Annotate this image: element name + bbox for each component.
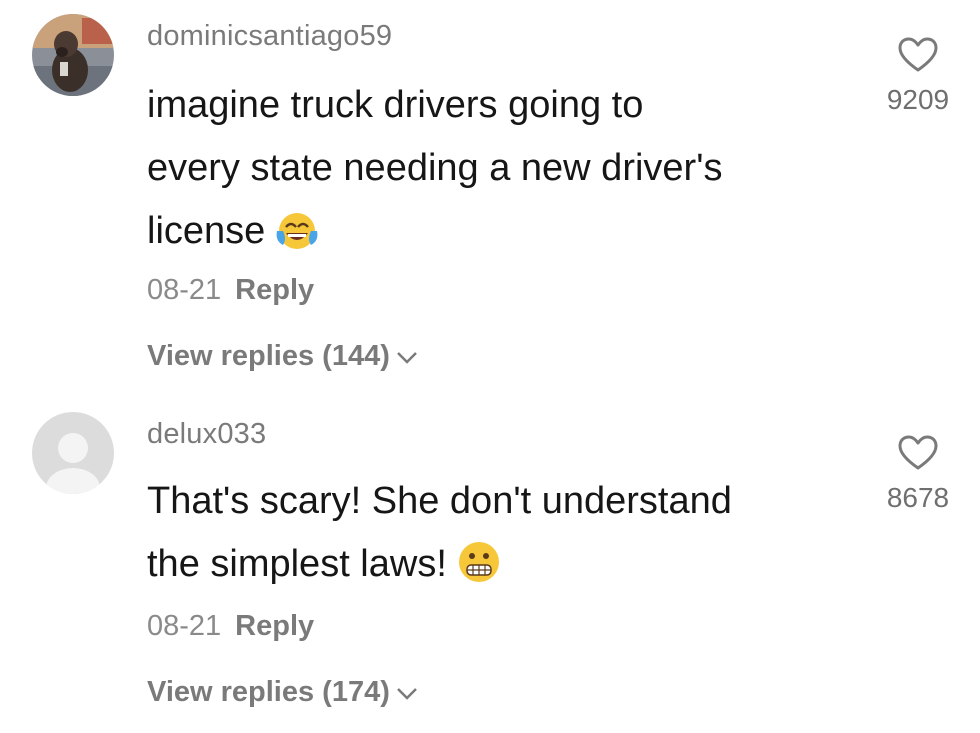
- comment-text-line: imagine truck drivers going to: [147, 84, 644, 126]
- like-control[interactable]: 9209: [878, 36, 958, 116]
- comment-text: imagine truck drivers going to every sta…: [147, 74, 847, 271]
- reply-button[interactable]: Reply: [235, 274, 314, 306]
- comment-meta: 08-21 Reply: [147, 274, 314, 307]
- view-replies-label: View replies (144): [147, 340, 390, 372]
- view-replies-label: View replies (174): [147, 676, 390, 708]
- chevron-down-icon: [396, 688, 417, 701]
- comment-text-segment: license: [147, 210, 266, 252]
- like-count: 9209: [886, 84, 950, 115]
- like-count: 8678: [886, 482, 950, 513]
- comment-meta: 08-21 Reply: [147, 610, 314, 643]
- view-replies-button[interactable]: View replies (144): [147, 340, 420, 373]
- heart-outline-icon[interactable]: [897, 36, 939, 74]
- avatar[interactable]: [32, 412, 114, 494]
- comment-text-segment: the simplest laws!: [147, 543, 447, 585]
- chevron-down-icon: [396, 352, 417, 365]
- like-control[interactable]: 8678: [878, 434, 958, 514]
- comment-1: dominicsantiago59 imagine truck drivers …: [0, 0, 980, 390]
- face-with-tears-of-joy-icon: [275, 208, 319, 271]
- view-replies-button[interactable]: View replies (174): [147, 676, 420, 709]
- comment-date: 08-21: [147, 610, 222, 642]
- comment-text-line-last: the simplest laws!: [147, 533, 847, 604]
- avatar[interactable]: [32, 14, 114, 96]
- comment-2: delux033 That's scary! She don't underst…: [0, 390, 980, 733]
- default-avatar-icon: [32, 412, 114, 494]
- comment-text-line-last: license: [147, 200, 847, 271]
- comment-text-line: every state needing a new driver's: [147, 147, 723, 189]
- comment-text: That's scary! She don't understand the s…: [147, 470, 847, 604]
- avatar-photo-icon: [32, 14, 114, 96]
- username[interactable]: delux033: [147, 418, 266, 451]
- comment-date: 08-21: [147, 274, 222, 306]
- grimacing-face-icon: [457, 540, 501, 604]
- comment-text-line: That's scary! She don't understand: [147, 480, 732, 522]
- reply-button[interactable]: Reply: [235, 610, 314, 642]
- username[interactable]: dominicsantiago59: [147, 20, 392, 53]
- heart-outline-icon[interactable]: [897, 434, 939, 472]
